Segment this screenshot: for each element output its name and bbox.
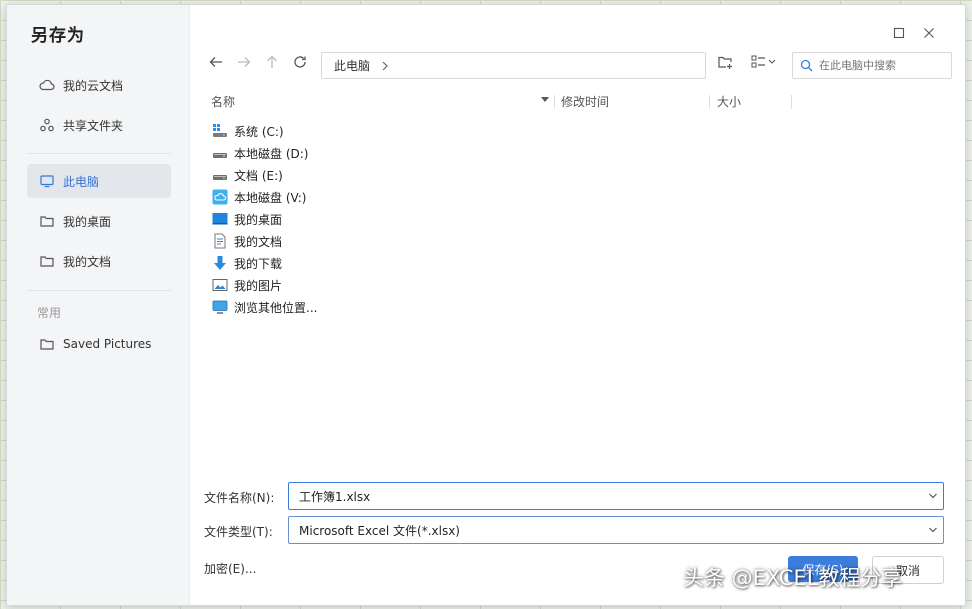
system-drive-icon	[212, 123, 228, 139]
save-as-dialog: 另存为 我的云文档 共享文件夹 此电脑 我的桌面 我的文档 常用 Saved P…	[6, 4, 966, 606]
folder-icon	[39, 253, 55, 269]
drive-icon	[212, 167, 228, 183]
list-item[interactable]: 我的下载	[212, 253, 282, 273]
sidebar-divider	[27, 290, 171, 291]
list-item-label: 我的图片	[234, 278, 283, 293]
sidebar-divider	[27, 153, 171, 154]
column-divider[interactable]	[791, 95, 792, 109]
up-button[interactable]	[261, 53, 283, 75]
encrypt-link[interactable]: 加密(E)...	[204, 560, 256, 577]
new-folder-button[interactable]	[714, 53, 736, 75]
share-icon	[39, 117, 55, 133]
column-header-size[interactable]: 大小	[717, 93, 741, 110]
sidebar-item-saved-pictures[interactable]: Saved Pictures	[27, 327, 171, 361]
browse-icon	[212, 299, 228, 315]
list-item[interactable]: 系统 (C:)	[212, 121, 284, 141]
monitor-icon	[39, 173, 55, 189]
chevron-down-icon[interactable]	[923, 526, 943, 534]
sidebar-item-shared-folder[interactable]: 共享文件夹	[27, 108, 171, 142]
list-item[interactable]: 文档 (E:)	[212, 165, 283, 185]
refresh-button[interactable]	[289, 53, 311, 75]
cloud-icon	[39, 77, 55, 93]
sidebar-item-label: 我的文档	[63, 254, 112, 269]
list-item-label: 我的桌面	[234, 212, 283, 227]
sidebar-item-label: 我的桌面	[63, 214, 112, 229]
list-item-label: 我的下载	[234, 256, 283, 271]
desktop-icon	[212, 211, 228, 227]
sidebar-item-cloud-docs[interactable]: 我的云文档	[27, 68, 171, 102]
forward-button[interactable]	[233, 53, 255, 75]
dialog-title: 另存为	[31, 26, 85, 46]
filetype-label: 文件类型(T):	[204, 525, 273, 539]
list-item[interactable]: 本地磁盘 (D:)	[212, 143, 308, 163]
document-icon	[212, 233, 228, 249]
filename-input[interactable]: 工作簿1.xlsx	[299, 488, 923, 505]
list-item-label: 我的文档	[234, 234, 283, 249]
maximize-button[interactable]	[891, 25, 907, 41]
sidebar-item-label: 此电脑	[63, 174, 100, 189]
new-folder-icon	[717, 54, 733, 74]
folder-icon	[39, 336, 55, 352]
column-divider[interactable]	[709, 95, 710, 109]
search-box[interactable]	[792, 52, 952, 79]
drive-icon	[212, 145, 228, 161]
sidebar-item-label: 我的云文档	[63, 78, 124, 93]
sidebar-group-label: 常用	[37, 306, 62, 320]
arrow-up-icon	[264, 54, 280, 74]
list-item-label: 本地磁盘 (V:)	[234, 190, 307, 205]
refresh-icon	[292, 54, 308, 74]
close-icon	[923, 24, 935, 43]
sidebar-item-label: 共享文件夹	[63, 118, 124, 133]
watermark: 头条 @EXCEL教程分享	[683, 566, 903, 590]
filename-field[interactable]: 工作簿1.xlsx	[288, 482, 944, 510]
list-item-label: 文档 (E:)	[234, 168, 283, 183]
picture-icon	[212, 277, 228, 293]
sidebar: 另存为 我的云文档 共享文件夹 此电脑 我的桌面 我的文档 常用 Saved P…	[7, 5, 190, 605]
list-item[interactable]: 我的桌面	[212, 209, 282, 229]
sidebar-item-label: Saved Pictures	[63, 337, 152, 351]
folder-icon	[39, 213, 55, 229]
list-item[interactable]: 本地磁盘 (V:)	[212, 187, 306, 207]
column-divider[interactable]	[554, 95, 555, 109]
list-item[interactable]: 我的图片	[212, 275, 282, 295]
cloud-drive-icon	[212, 189, 228, 205]
list-view-icon	[751, 54, 777, 74]
download-icon	[212, 255, 228, 271]
list-item-label: 浏览其他位置...	[234, 300, 318, 315]
list-item-label: 本地磁盘 (D:)	[234, 146, 309, 161]
list-item-label: 系统 (C:)	[234, 124, 284, 139]
column-header-name[interactable]: 名称	[211, 93, 235, 110]
sidebar-item-my-desktop[interactable]: 我的桌面	[27, 204, 171, 238]
sidebar-item-this-pc[interactable]: 此电脑	[27, 164, 171, 198]
breadcrumb-item[interactable]: 此电脑	[334, 57, 370, 74]
sidebar-item-my-documents[interactable]: 我的文档	[27, 244, 171, 278]
chevron-down-icon[interactable]	[923, 492, 943, 500]
filename-label: 文件名称(N):	[204, 491, 275, 505]
filetype-value: Microsoft Excel 文件(*.xlsx)	[299, 523, 460, 538]
list-item[interactable]: 我的文档	[212, 231, 282, 251]
column-header-modified[interactable]: 修改时间	[561, 93, 609, 110]
list-item[interactable]: 浏览其他位置...	[212, 297, 317, 317]
search-input[interactable]	[817, 58, 949, 73]
back-button[interactable]	[205, 53, 227, 75]
filetype-select[interactable]: Microsoft Excel 文件(*.xlsx)	[288, 516, 944, 544]
view-mode-button[interactable]	[749, 53, 779, 75]
breadcrumb[interactable]: 此电脑	[321, 52, 706, 79]
close-button[interactable]	[921, 25, 937, 41]
sort-down-icon[interactable]	[540, 96, 550, 104]
search-icon	[800, 59, 813, 72]
arrow-right-icon	[236, 54, 252, 74]
arrow-left-icon	[208, 54, 224, 74]
maximize-icon	[893, 24, 905, 43]
chevron-right-icon	[380, 60, 390, 72]
